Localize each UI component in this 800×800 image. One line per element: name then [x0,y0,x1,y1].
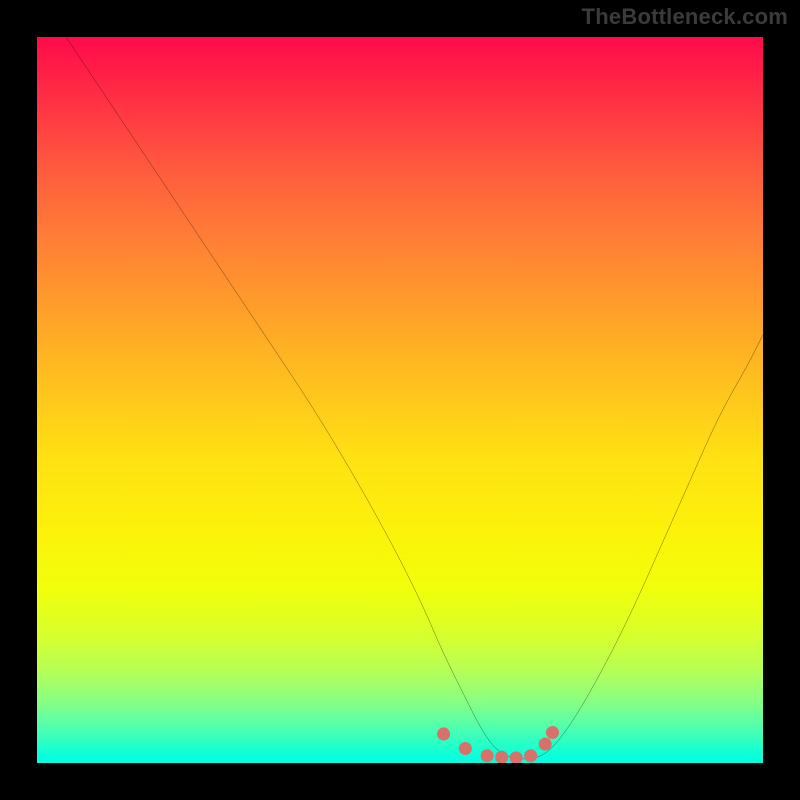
marker-dot [510,751,523,763]
flat-region-dots [437,726,559,763]
marker-dot [437,727,450,740]
marker-dot [481,749,494,762]
marker-dot [546,726,559,739]
bottleneck-curve [66,37,763,759]
marker-dot [524,749,537,762]
marker-dot [495,751,508,763]
curve-layer [37,37,763,763]
marker-dot [459,742,472,755]
plot-area [37,37,763,763]
chart-frame: TheBottleneck.com [0,0,800,800]
marker-dot [539,738,552,751]
watermark-text: TheBottleneck.com [582,4,788,30]
